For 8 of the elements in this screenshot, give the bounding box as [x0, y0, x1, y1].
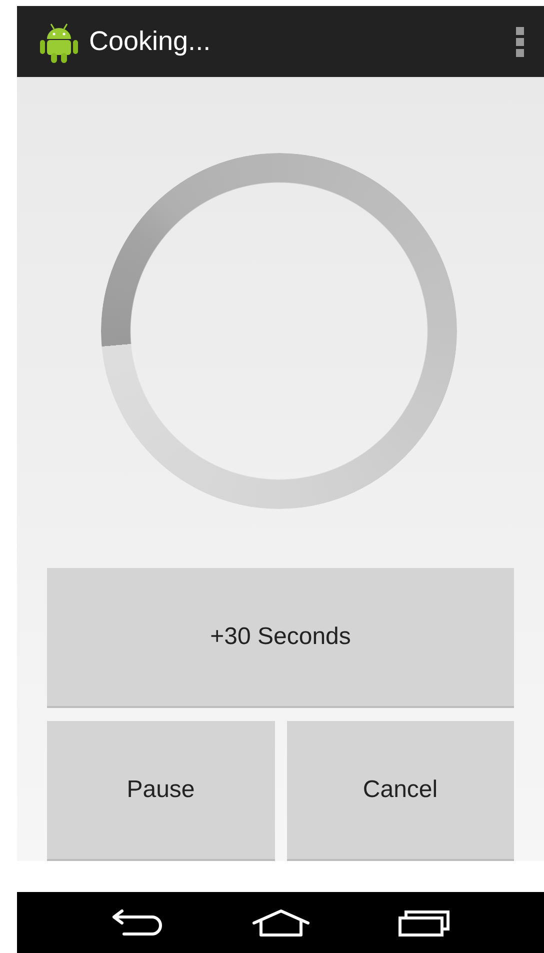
- back-icon[interactable]: [112, 909, 164, 937]
- cancel-button[interactable]: Cancel: [286, 721, 514, 861]
- overflow-menu-icon[interactable]: [516, 26, 524, 56]
- recent-apps-icon[interactable]: [398, 909, 450, 937]
- pause-button[interactable]: Pause: [47, 721, 274, 861]
- add-time-button[interactable]: +30 Seconds: [47, 568, 514, 708]
- app-title: Cooking...: [89, 25, 211, 58]
- home-icon[interactable]: [252, 909, 310, 937]
